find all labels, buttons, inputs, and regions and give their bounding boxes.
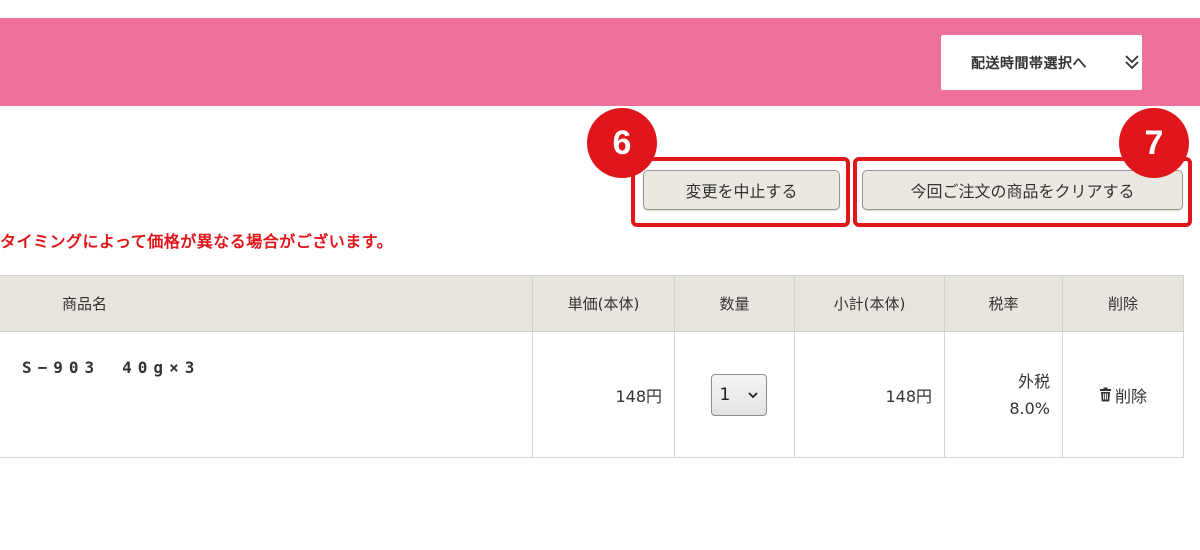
step-badge-7-number: 7 [1144, 123, 1164, 162]
product-name: S−903 40g×3 [0, 331, 533, 458]
delete-button[interactable]: 削除 [1099, 383, 1147, 407]
delivery-time-button-label: 配送時間帯選択へ [971, 55, 1087, 72]
delete-cell: 削除 [1062, 331, 1184, 458]
step-badge-7: 7 [1119, 108, 1189, 178]
header-tax-rate: 税率 [944, 275, 1063, 332]
unit-price: 148円 [532, 331, 675, 458]
chevron-down-icon [747, 391, 758, 398]
double-chevron-down-icon [1125, 55, 1139, 70]
header-delete: 削除 [1062, 275, 1184, 332]
cart-table: 商品名 単価(本体) 数量 小計(本体) 税率 削除 S−903 40g×3 1… [0, 275, 1184, 458]
delivery-time-button[interactable]: 配送時間帯選択へ [941, 35, 1142, 90]
header-subtotal: 小計(本体) [794, 275, 945, 332]
quantity-cell: 1 [674, 331, 795, 458]
clear-items-button-label: 今回ご注文の商品をクリアする [910, 182, 1135, 201]
delete-label: 削除 [1114, 386, 1147, 406]
trash-icon [1099, 387, 1111, 402]
clear-items-button[interactable]: 今回ご注文の商品をクリアする [862, 170, 1183, 210]
step-badge-6: 6 [587, 108, 657, 178]
cancel-change-button-label: 変更を中止する [685, 182, 798, 201]
subtotal: 148円 [794, 331, 945, 458]
table-header-row: 商品名 単価(本体) 数量 小計(本体) 税率 削除 [0, 275, 1184, 332]
header-product-name: 商品名 [0, 275, 533, 332]
cancel-change-button[interactable]: 変更を中止する [643, 170, 840, 210]
header-unit-price: 単価(本体) [532, 275, 675, 332]
step-badge-6-number: 6 [612, 123, 632, 162]
quantity-value: 1 [719, 384, 731, 405]
header-quantity: 数量 [674, 275, 795, 332]
table-row: S−903 40g×3 148円 1 148円 外税 8.0% 削除 [0, 331, 1184, 458]
tax-type: 外税 [1017, 371, 1050, 391]
quantity-select[interactable]: 1 [710, 373, 767, 416]
price-notice: タイミングによって価格が異なる場合がございます。 [0, 232, 394, 251]
tax-rate: 8.0% [1009, 398, 1050, 418]
tax-cell: 外税 8.0% [944, 331, 1063, 458]
